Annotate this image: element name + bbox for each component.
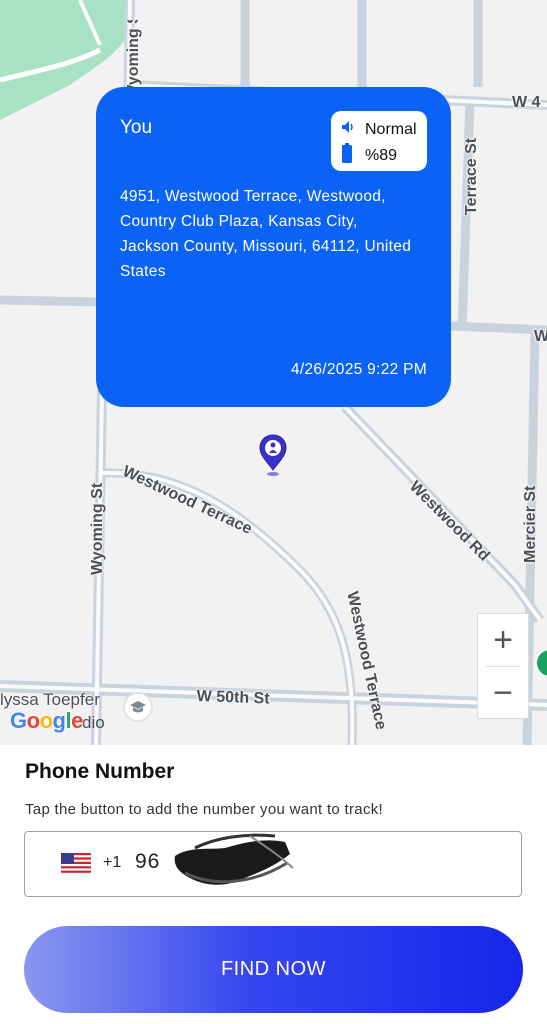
sound-mode-row: Normal [341,120,417,139]
battery-level: %89 [365,146,398,164]
zoom-in-button[interactable]: + [478,614,528,666]
speaker-icon [341,120,357,139]
street-label-wyoming: Wyoming St [89,482,106,575]
card-timestamp: 4/26/2025 9:22 PM [290,361,427,378]
redaction-scribble [165,828,295,903]
map-view[interactable]: Wyoming St Wyoming St Westwood Terrace W… [0,0,547,745]
street-label-terrace-st: Terrace St [463,137,480,215]
poi-label[interactable]: lyssa Toepfer [0,690,100,710]
street-label-w4: W 4 [512,94,541,111]
phone-number-heading: Phone Number [25,760,175,783]
dial-code[interactable]: +1 [103,854,121,872]
zoom-out-button[interactable]: − [478,667,528,719]
us-flag-icon[interactable] [61,853,91,880]
location-info-card[interactable]: You Normal %89 4951, Westwood Terrace, W… [96,87,451,407]
card-address: 4951, Westwood Terrace, Westwood, Countr… [120,188,412,280]
poi-label-line2: dio [82,713,105,732]
location-pin-icon[interactable] [259,434,287,483]
street-label-mercier-st: Mercier St [522,485,539,563]
find-now-button[interactable]: FIND NOW [24,926,523,1013]
phone-number-value[interactable]: 96 [135,850,160,874]
card-person-name: You [120,117,153,138]
device-status-box: Normal %89 [331,111,427,171]
battery-icon [341,143,357,168]
phone-number-hint: Tap the button to add the number you wan… [25,801,384,818]
street-label-w: W [534,328,547,345]
google-logo: Google [10,708,83,733]
zoom-controls: + − [477,613,529,719]
sound-mode-label: Normal [365,120,417,138]
graduation-cap-icon[interactable] [123,692,153,722]
street-label-w50th: W 50th St [196,688,270,708]
phone-number-input[interactable]: +1 96 [24,831,522,897]
battery-row: %89 [341,143,397,168]
